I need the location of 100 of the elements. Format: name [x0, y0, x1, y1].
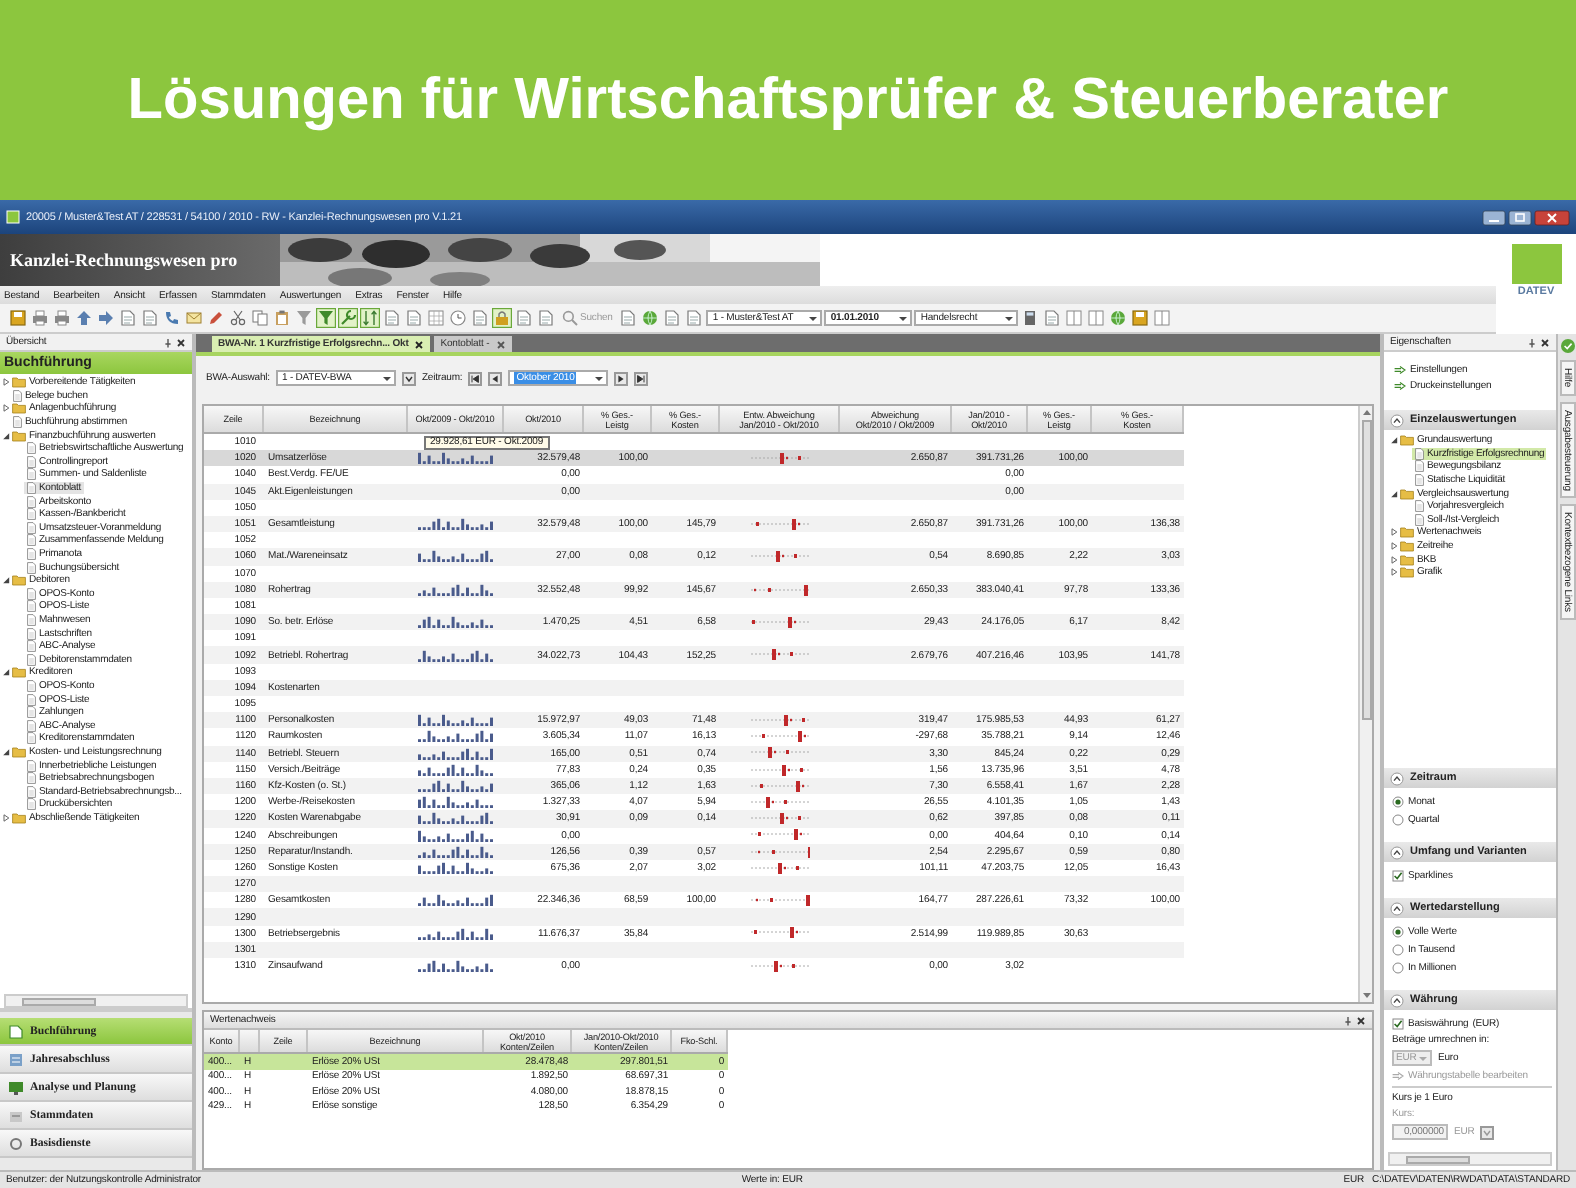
banner-title: Lösungen für Wirtschaftsprüfer & Steuerberater [127, 67, 1449, 133]
scissors-icon[interactable] [228, 308, 248, 328]
horizontal-scrollbar[interactable] [4, 994, 188, 1008]
funnel-icon[interactable] [316, 308, 336, 328]
caret-icon [594, 373, 605, 383]
logo-square [1511, 244, 1561, 284]
chevron-icon [403, 373, 414, 383]
wrench-icon[interactable] [338, 308, 358, 328]
search-icon [562, 310, 578, 326]
arrow-icon[interactable] [74, 308, 94, 328]
last-button[interactable] [634, 371, 649, 385]
close-icon[interactable] [1540, 337, 1550, 347]
checkbox[interactable] [1392, 1017, 1404, 1029]
monitor-icon [8, 1079, 24, 1095]
document-icon[interactable] [470, 308, 490, 328]
document-icon[interactable] [118, 308, 138, 328]
first-button[interactable] [468, 371, 483, 385]
funnel-icon[interactable] [294, 308, 314, 328]
close-icon[interactable] [1534, 209, 1570, 225]
calculator-icon[interactable] [1020, 308, 1041, 328]
expander-icon[interactable] [1, 378, 9, 387]
phone-icon[interactable] [162, 308, 182, 328]
next-button[interactable] [614, 371, 629, 385]
radio-button[interactable] [1392, 925, 1404, 937]
down-arrow-icon [1361, 992, 1371, 1000]
expander-icon[interactable] [1, 813, 9, 822]
lock-icon[interactable] [492, 308, 512, 328]
globe-icon[interactable] [1108, 308, 1129, 328]
first-icon [470, 373, 481, 383]
arrow-icon[interactable] [96, 308, 116, 328]
expander-icon[interactable] [1, 576, 9, 585]
vertical-scrollbar[interactable] [1358, 406, 1372, 1002]
list-icon [8, 1051, 24, 1067]
document-icon[interactable] [536, 308, 556, 328]
document-icon[interactable] [662, 308, 683, 328]
caret-icon [1418, 1053, 1428, 1063]
folder-icon [1400, 434, 1414, 447]
next-icon [616, 373, 627, 383]
folder-icon [1400, 487, 1414, 500]
pin-icon[interactable] [164, 337, 172, 347]
expander-icon[interactable] [1389, 555, 1397, 564]
clock-icon[interactable] [448, 308, 468, 328]
previous-button[interactable] [488, 371, 503, 385]
envelope-icon[interactable] [184, 308, 204, 328]
checkbox[interactable] [1392, 869, 1404, 881]
arrow-icon [1394, 366, 1406, 374]
caret-icon [808, 313, 819, 323]
pencil-icon[interactable] [206, 308, 226, 328]
document-icon[interactable] [404, 308, 424, 328]
caret-icon [381, 373, 392, 383]
expander-icon[interactable] [1389, 528, 1397, 537]
pin-icon[interactable] [1344, 1015, 1352, 1025]
document-icon[interactable] [684, 308, 705, 328]
document-icon[interactable] [140, 308, 160, 328]
folder-icon [12, 666, 26, 679]
radio-button[interactable] [1392, 943, 1404, 955]
close-icon[interactable] [176, 337, 186, 347]
close-icon[interactable] [1356, 1015, 1366, 1025]
minimize-icon[interactable] [1482, 209, 1506, 225]
up-arrow-icon [1361, 408, 1371, 416]
printer-icon[interactable] [52, 308, 72, 328]
grid-icon[interactable] [426, 308, 446, 328]
ring-icon [8, 1135, 24, 1151]
document-icon [12, 389, 22, 402]
expander-icon[interactable] [1389, 436, 1397, 445]
options-button[interactable] [401, 371, 416, 385]
sort-icon[interactable] [360, 308, 380, 328]
app-name: Kanzlei-Rechnungswesen pro [0, 234, 280, 286]
document-icon[interactable] [382, 308, 402, 328]
expander-icon[interactable] [1389, 568, 1397, 577]
pin-icon[interactable] [1528, 337, 1536, 347]
radio-button[interactable] [1392, 795, 1404, 807]
printer-icon[interactable] [30, 308, 50, 328]
document-icon [12, 416, 22, 429]
dropdown-button[interactable] [1480, 1125, 1495, 1139]
check-circle-icon [1559, 338, 1575, 354]
folder-icon [12, 811, 26, 824]
caret-icon [898, 313, 909, 323]
folder-icon [12, 574, 26, 587]
maximize-icon[interactable] [1508, 209, 1532, 225]
document-icon[interactable] [514, 308, 534, 328]
radio-button[interactable] [1392, 813, 1404, 825]
folder-icon [12, 745, 26, 758]
document-icon[interactable] [1042, 308, 1063, 328]
expander-icon[interactable] [1389, 542, 1397, 551]
document-icon[interactable] [618, 308, 639, 328]
horizontal-scrollbar[interactable] [1388, 1152, 1552, 1166]
arrow-icon [1392, 1072, 1404, 1080]
expander-icon[interactable] [1, 404, 9, 413]
copy-icon[interactable] [250, 308, 270, 328]
globe-icon[interactable] [640, 308, 661, 328]
close-icon[interactable] [414, 339, 425, 349]
app-icon [6, 210, 20, 224]
document-icon [8, 1023, 24, 1039]
clipboard-icon[interactable] [272, 308, 292, 328]
card-icon [8, 1107, 24, 1123]
last-icon [636, 373, 647, 383]
previous-icon [490, 373, 501, 383]
radio-button[interactable] [1392, 961, 1404, 973]
chevron-icon [1482, 1127, 1493, 1137]
